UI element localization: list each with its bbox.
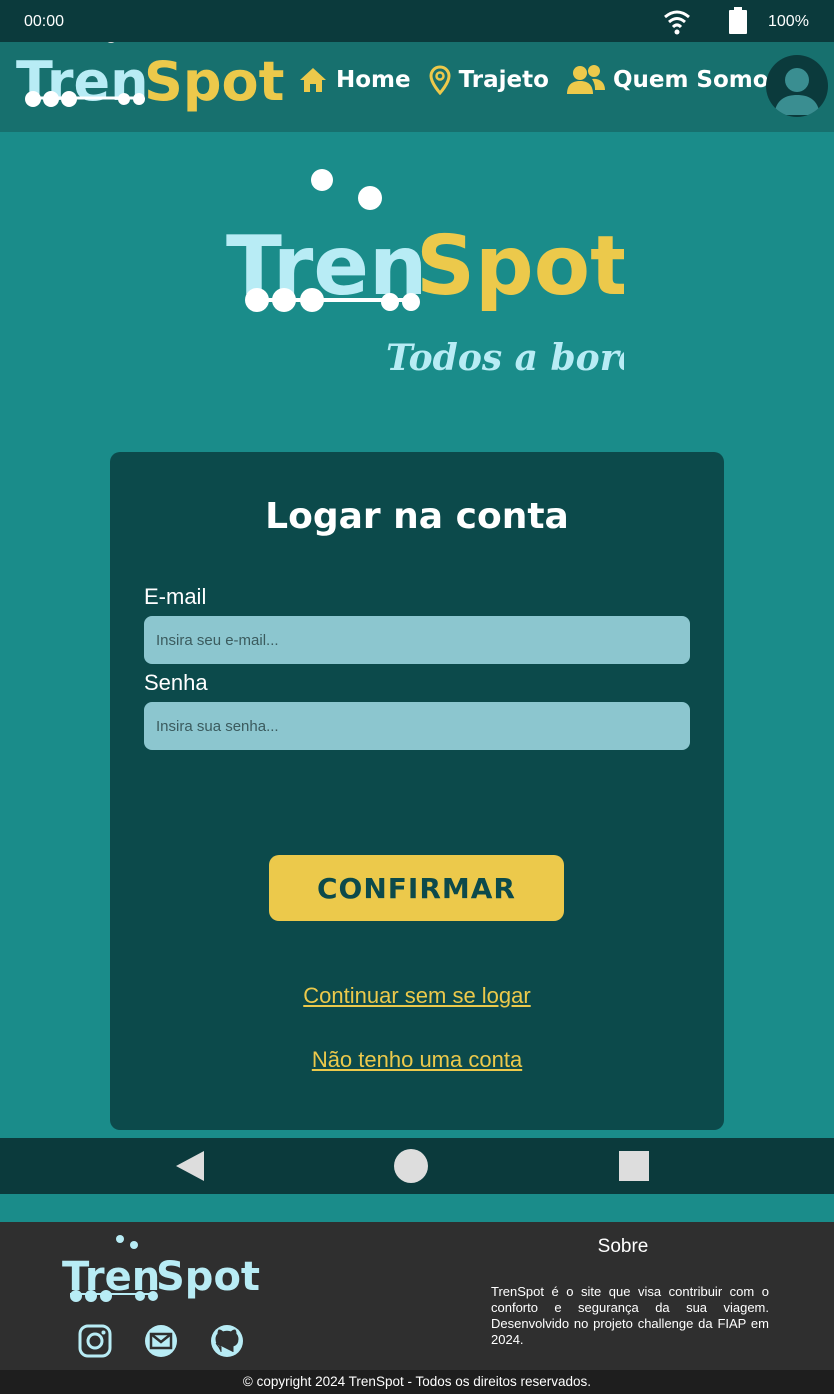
continue-without-login-link[interactable]: Continuar sem se logar bbox=[110, 983, 724, 1009]
people-icon bbox=[566, 65, 605, 94]
recent-apps-icon[interactable] bbox=[619, 1151, 649, 1181]
battery-percentage: 100% bbox=[768, 13, 809, 30]
login-card: Logar na conta E-mail Senha CONFIRMAR Co… bbox=[110, 452, 724, 1130]
top-header: Tren Spot Home Trajeto Quem Somos bbox=[0, 22, 834, 132]
no-account-link[interactable]: Não tenho uma conta bbox=[110, 1047, 724, 1073]
sobre-text: TrenSpot é o site que visa contribuir co… bbox=[491, 1284, 769, 1347]
nav-home[interactable]: Home bbox=[298, 66, 411, 94]
github-icon[interactable] bbox=[210, 1324, 244, 1362]
footer: Tren Spot Sobre TrenSpot é o site que vi… bbox=[0, 1222, 834, 1370]
footer-spot-text: Spot bbox=[156, 1254, 260, 1300]
instagram-icon[interactable] bbox=[78, 1324, 112, 1362]
sobre-title: Sobre bbox=[597, 1236, 649, 1257]
map-pin-icon bbox=[429, 65, 451, 95]
password-label: Senha bbox=[144, 670, 208, 695]
confirm-button[interactable]: CONFIRMAR bbox=[269, 855, 564, 921]
user-avatar-icon[interactable] bbox=[766, 55, 828, 117]
nav-home-label: Home bbox=[336, 67, 411, 93]
main-nav: Home Trajeto Quem Somos bbox=[298, 64, 800, 96]
login-title: Logar na conta bbox=[265, 496, 569, 537]
status-bar: 00:00 100% bbox=[0, 0, 834, 42]
mail-icon[interactable] bbox=[144, 1324, 178, 1362]
home-button-icon[interactable] bbox=[394, 1149, 428, 1183]
password-field[interactable] bbox=[144, 702, 690, 750]
home-icon bbox=[300, 68, 326, 92]
battery-icon bbox=[728, 7, 748, 39]
nav-quem-somos[interactable]: Quem Somos bbox=[566, 64, 783, 96]
wifi-icon bbox=[662, 6, 692, 40]
hero-spot-text: Spot bbox=[416, 219, 624, 314]
copyright-text: © copyright 2024 TrenSpot - Todos os dir… bbox=[0, 1370, 834, 1394]
footer-logo: Tren Spot bbox=[60, 1232, 260, 1312]
logo-spot-text: Spot bbox=[144, 50, 284, 113]
back-icon[interactable] bbox=[174, 1150, 206, 1186]
email-label: E-mail bbox=[144, 584, 207, 609]
hero-logo: Tren Spot Todos a bordo! bbox=[224, 164, 684, 384]
nav-quem-somos-label: Quem Somos bbox=[612, 67, 783, 93]
status-time: 00:00 bbox=[24, 13, 65, 30]
system-nav-bar bbox=[0, 1138, 834, 1194]
nav-trajeto-label: Trajeto bbox=[458, 67, 549, 93]
nav-trajeto[interactable]: Trajeto bbox=[429, 65, 549, 95]
hero-slogan: Todos a bordo! bbox=[386, 337, 624, 379]
social-links bbox=[78, 1324, 276, 1362]
email-field[interactable] bbox=[144, 616, 690, 664]
brand-logo[interactable]: Tren Spot bbox=[14, 22, 284, 122]
